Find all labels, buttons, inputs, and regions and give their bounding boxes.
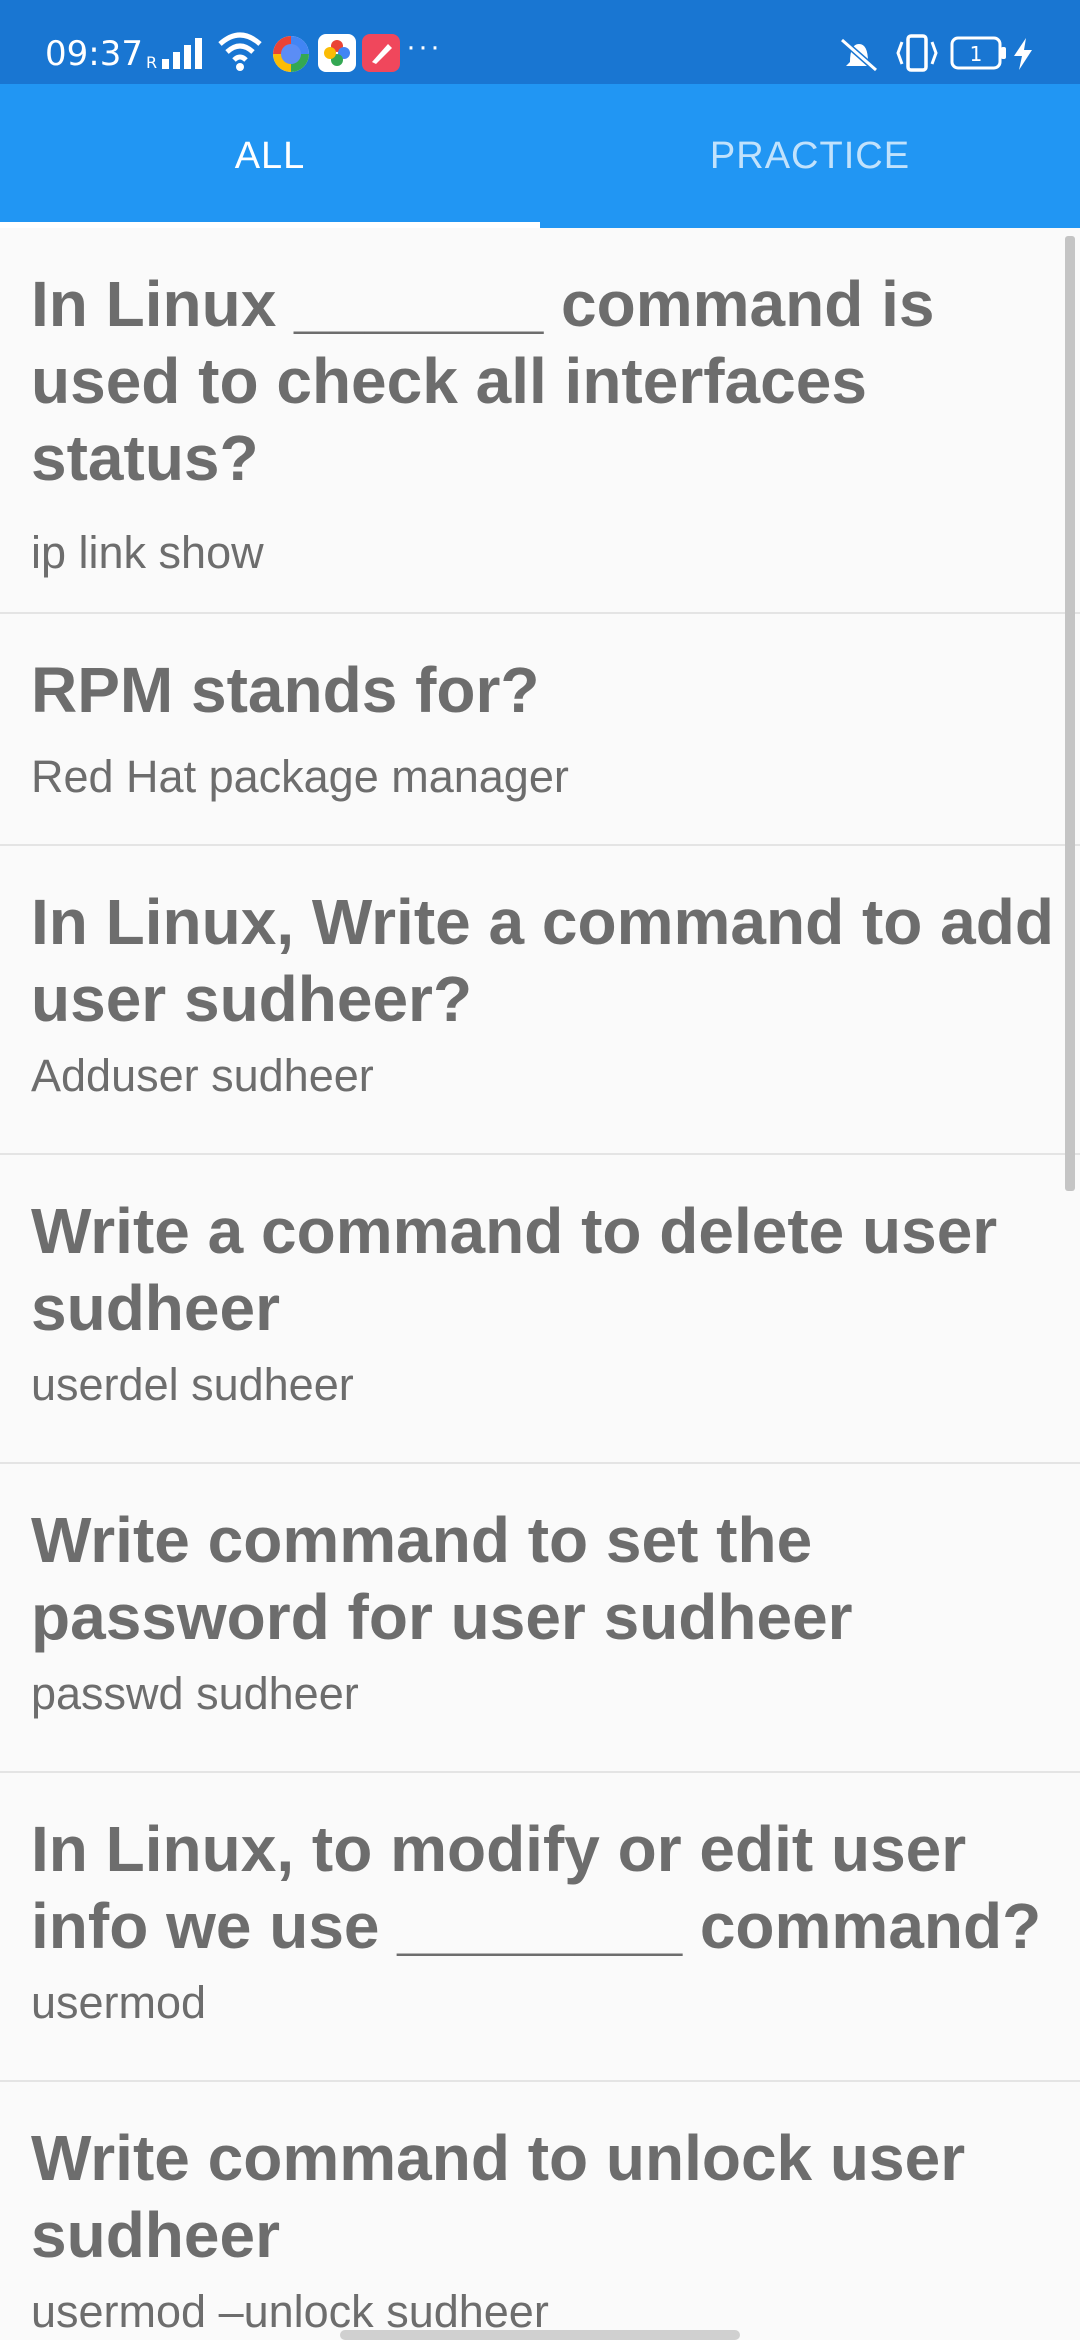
question-text: Write command to unlock user sudheer — [31, 2122, 966, 2271]
signal-icon: R — [146, 38, 202, 70]
list-scrollbar[interactable] — [1065, 236, 1075, 1191]
photos-icon — [318, 34, 356, 72]
tab-all[interactable]: ALL — [0, 84, 540, 228]
answer-text: Adduser sudheer — [31, 1050, 374, 1101]
gesture-handle[interactable] — [340, 2330, 740, 2340]
vibrate-icon — [896, 34, 938, 72]
vibrate-mute-icon — [840, 37, 878, 72]
tab-all-label: ALL — [234, 134, 306, 177]
more-notifications-icon: ··· — [406, 30, 442, 63]
question-text: Write a command to delete user sudheer — [31, 1195, 998, 1344]
question-text: RPM stands for? — [31, 654, 540, 726]
question-text: In Linux, to modify or edit user info we… — [31, 1813, 1042, 1962]
answer-text: ip link show — [31, 527, 264, 578]
status-bar: 09:37 R ··· 1 — [0, 0, 1080, 84]
status-time: 09:37 — [45, 34, 143, 74]
answer-text: userdel sudheer — [31, 1359, 354, 1410]
question-text: In Linux, Write a command to add user su… — [31, 886, 1054, 1035]
svg-text:1: 1 — [970, 42, 983, 66]
tab-practice-label: PRACTICE — [709, 134, 911, 177]
charging-icon — [1014, 38, 1032, 70]
question-list[interactable]: In Linux _______ command is used to chec… — [0, 228, 1080, 2340]
tab-practice[interactable]: PRACTICE — [540, 84, 1080, 228]
gpay-icon — [273, 36, 309, 72]
battery-icon: 1 — [950, 36, 1006, 70]
wifi-icon — [218, 32, 262, 71]
list-item[interactable]: In Linux _______ command is used to chec… — [0, 228, 1080, 614]
tab-bar: ALL PRACTICE — [0, 84, 1080, 228]
list-item[interactable]: Write command to unlock user sudheer use… — [0, 2082, 1080, 2340]
list-item[interactable]: In Linux, to modify or edit user info we… — [0, 1773, 1080, 2082]
list-item[interactable]: Write command to set the password for us… — [0, 1464, 1080, 1773]
answer-text: passwd sudheer — [31, 1668, 359, 1719]
list-item[interactable]: In Linux, Write a command to add user su… — [0, 846, 1080, 1155]
svg-text:R: R — [146, 53, 157, 70]
answer-text: Red Hat package manager — [31, 751, 569, 802]
list-item[interactable]: Write a command to delete user sudheer u… — [0, 1155, 1080, 1464]
answer-text: usermod — [31, 1977, 207, 2028]
question-text: Write command to set the password for us… — [31, 1504, 853, 1653]
question-text: In Linux _______ command is used to chec… — [31, 268, 935, 494]
app-icon — [362, 34, 400, 72]
list-item[interactable]: RPM stands for? Red Hat package manager — [0, 614, 1080, 846]
